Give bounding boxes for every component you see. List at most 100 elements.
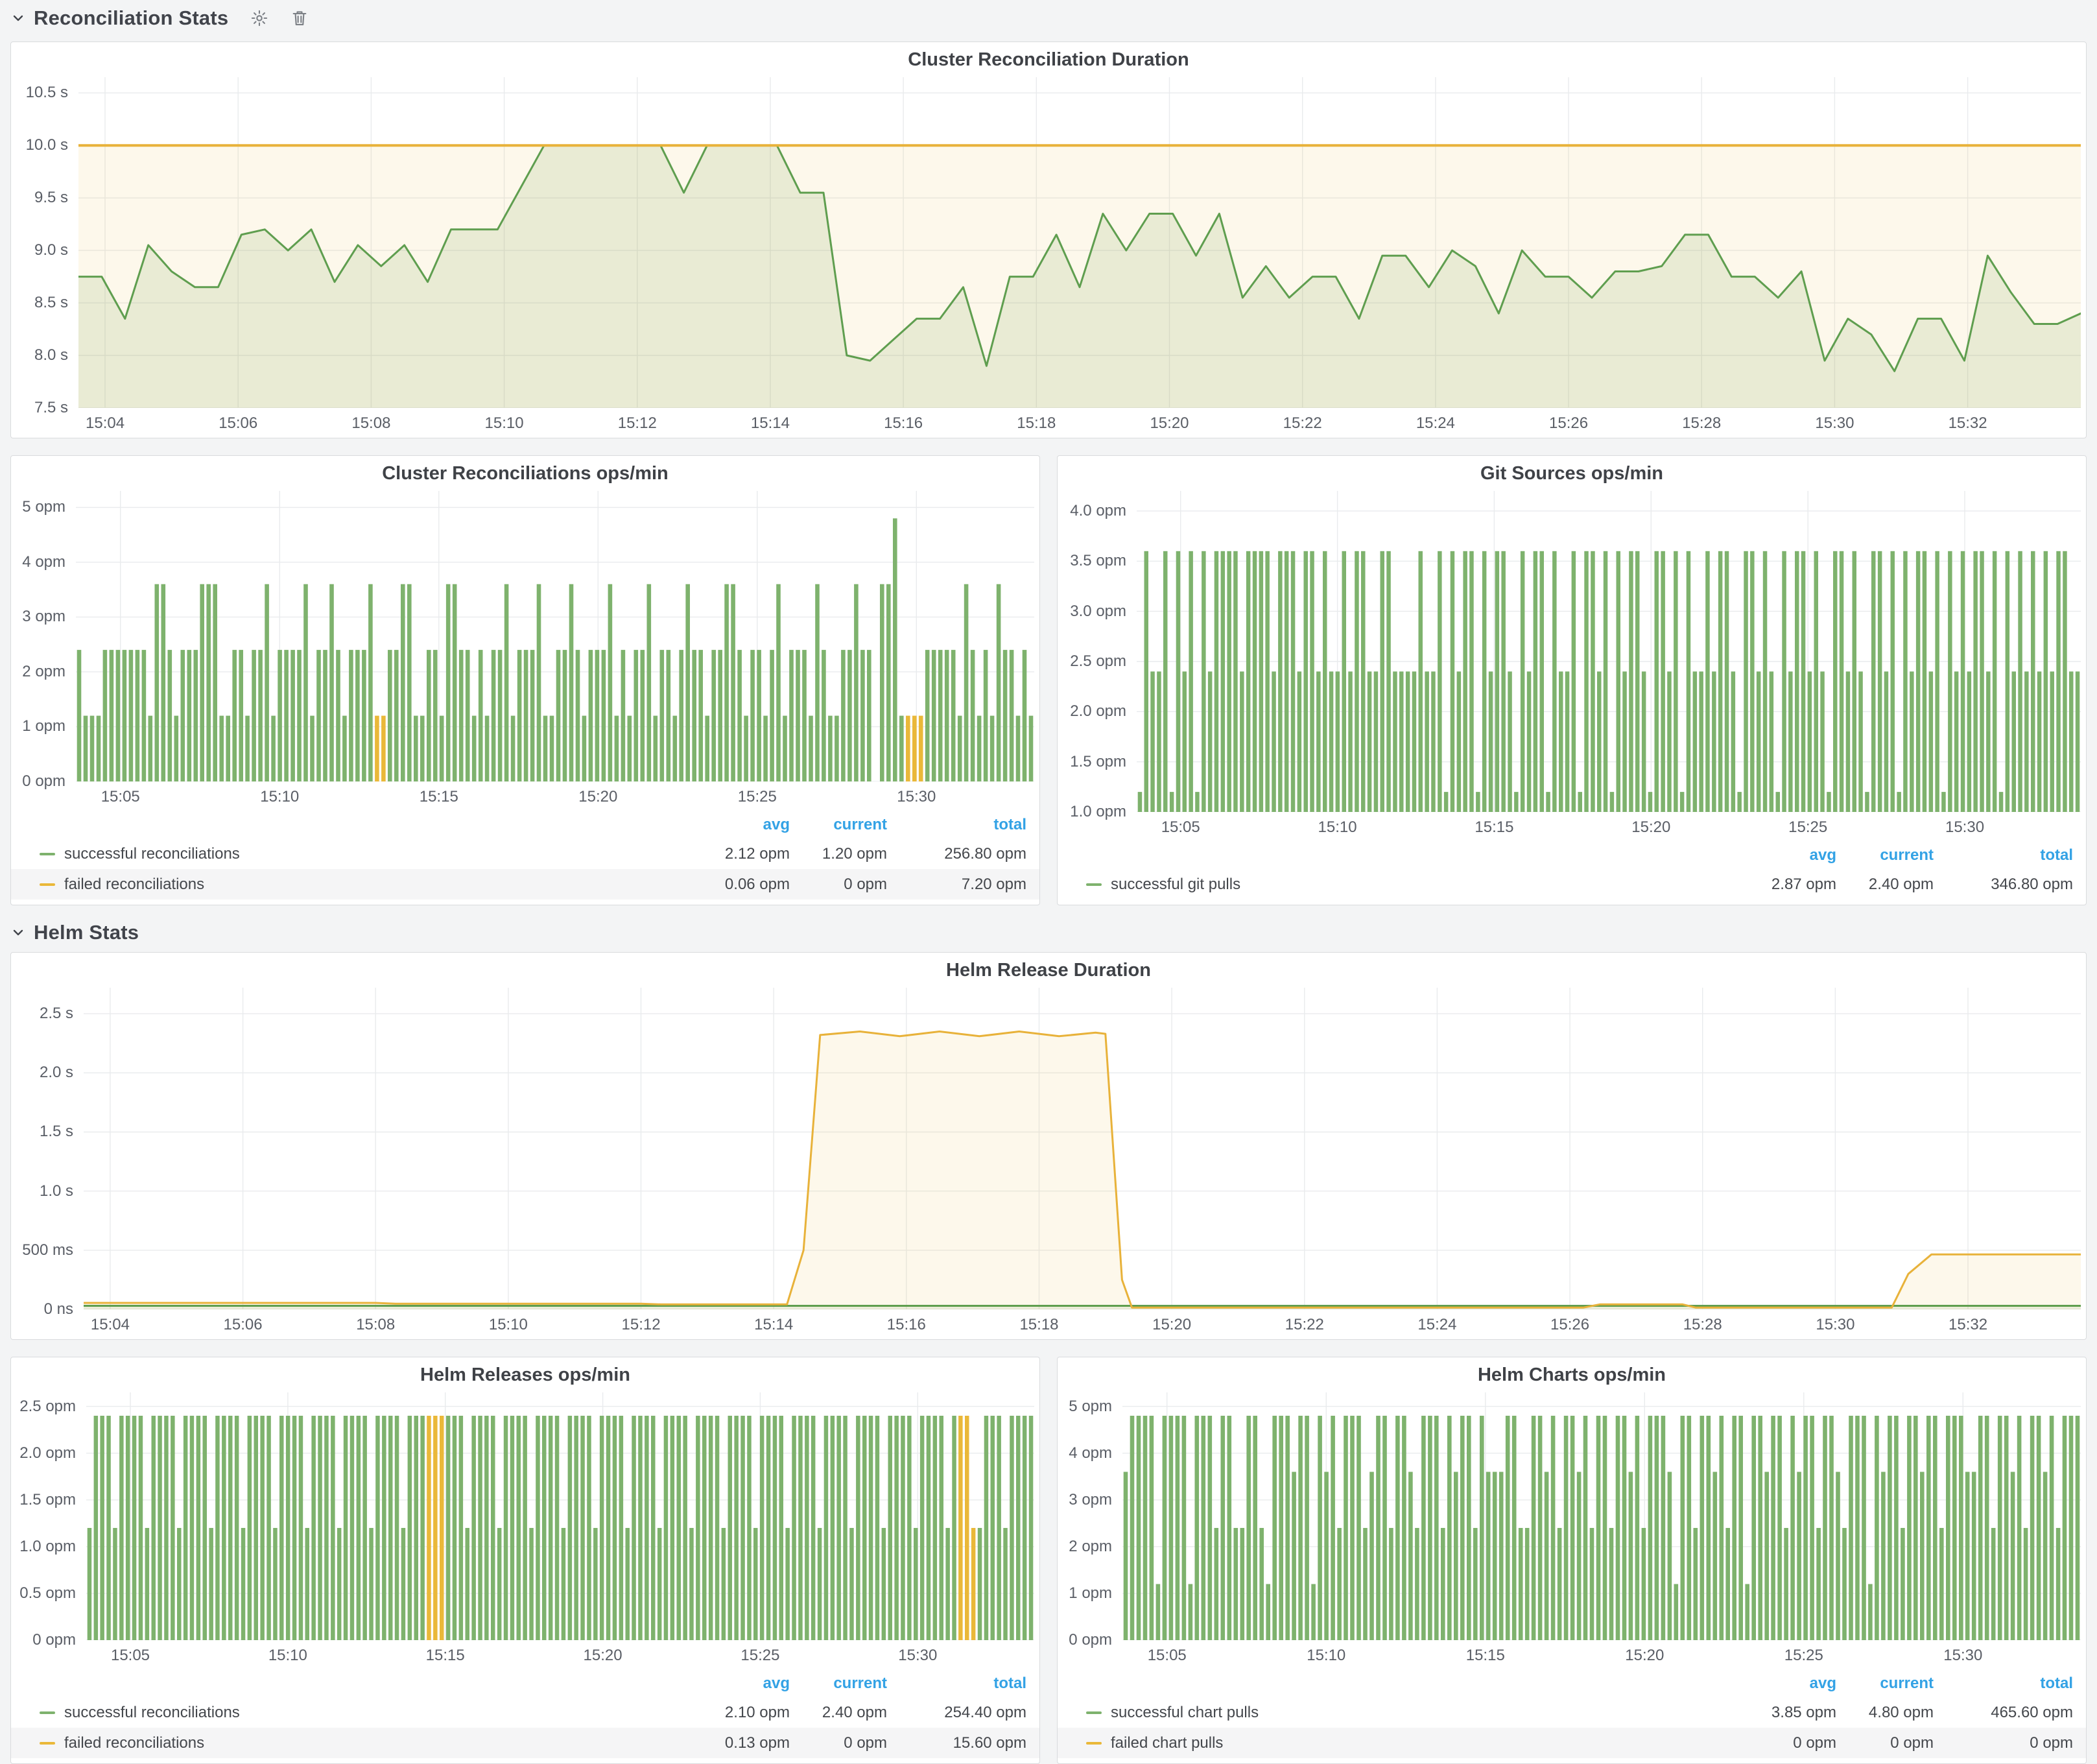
- bar-success: [1833, 551, 1838, 812]
- panel-title[interactable]: Cluster Reconciliations ops/min: [11, 456, 1039, 491]
- bar-success: [1622, 1416, 1627, 1640]
- bar-success: [1324, 1472, 1329, 1641]
- bar-success: [2037, 1416, 2041, 1640]
- section-header-reconciliation-stats[interactable]: Reconciliation Stats: [10, 0, 2087, 36]
- helm-charts-chart[interactable]: 5 opm4 opm3 opm2 opm1 opm0 opm15:0515:10…: [1058, 1392, 2086, 1670]
- bar-success: [1718, 551, 1723, 812]
- bar-success: [1176, 1416, 1180, 1640]
- trash-icon[interactable]: [290, 9, 309, 27]
- legend-col-total[interactable]: total: [887, 1675, 1026, 1693]
- git-sources-chart[interactable]: 4.0 opm3.5 opm3.0 opm2.5 opm2.0 opm1.5 o…: [1058, 491, 2086, 842]
- legend-col-current[interactable]: current: [1836, 846, 1934, 864]
- bar-success: [1784, 1528, 1788, 1640]
- bar-success: [1751, 1416, 1756, 1640]
- bar-success: [1023, 650, 1027, 781]
- series-label[interactable]: successful reconciliations: [64, 1704, 673, 1722]
- bar-success: [1376, 1416, 1380, 1640]
- x-tick-label: 15:16: [858, 414, 949, 433]
- x-tick-label: 15:32: [1923, 414, 2013, 433]
- series-color-dash: [40, 883, 55, 886]
- y-tick-label: 0 opm: [11, 772, 65, 791]
- legend-col-total[interactable]: total: [1934, 846, 2073, 864]
- bar-success: [997, 1416, 1001, 1640]
- bar-success: [1419, 551, 1423, 812]
- x-tick-label: 15:30: [1790, 1316, 1880, 1334]
- panel-title[interactable]: Helm Releases ops/min: [11, 1357, 1039, 1392]
- bar-success: [1952, 1416, 1957, 1640]
- bar-success: [1610, 792, 1615, 812]
- bar-success: [305, 1528, 310, 1640]
- bar-success: [100, 1416, 104, 1640]
- legend-row: successful git pulls 2.87 opm 2.40 opm 3…: [1058, 869, 2086, 900]
- panel-cluster-reconciliations-opm: Cluster Reconciliations ops/min 5 opm4 o…: [10, 455, 1040, 905]
- x-tick-label: 15:15: [394, 788, 484, 806]
- series-label[interactable]: failed reconciliations: [64, 876, 673, 894]
- legend-col-total[interactable]: total: [1934, 1675, 2073, 1693]
- bar-success: [1316, 671, 1321, 812]
- plot-area[interactable]: [84, 988, 2081, 1309]
- bar-success: [1738, 1416, 1743, 1640]
- bar-success: [484, 1416, 489, 1640]
- panel-title[interactable]: Git Sources ops/min: [1058, 456, 2086, 491]
- bar-success: [331, 1416, 335, 1640]
- helm-release-duration-chart[interactable]: 2.5 s2.0 s1.5 s1.0 s500 ms0 ns15:0415:06…: [11, 988, 2086, 1339]
- plot-area[interactable]: [86, 1392, 1034, 1640]
- legend-col-current[interactable]: current: [1836, 1675, 1934, 1693]
- bar-success: [511, 716, 515, 781]
- bar-success: [734, 1416, 739, 1640]
- helm-releases-chart[interactable]: 2.5 opm2.0 opm1.5 opm1.0 opm0.5 opm0 opm…: [11, 1392, 1039, 1670]
- panel-title[interactable]: Helm Charts ops/min: [1058, 1357, 2086, 1392]
- legend-col-current[interactable]: current: [790, 1675, 887, 1693]
- y-tick-label: 1.0 s: [11, 1182, 73, 1200]
- panel-title[interactable]: Cluster Reconciliation Duration: [11, 42, 2086, 77]
- panel-title[interactable]: Helm Release Duration: [11, 953, 2086, 988]
- y-tick-label: 5 opm: [1058, 1398, 1112, 1416]
- section-header-helm-stats[interactable]: Helm Stats: [10, 917, 2087, 948]
- bar-success: [632, 1416, 636, 1640]
- bar-success: [1948, 551, 1952, 812]
- bar-success: [77, 650, 82, 781]
- cluster-reconciliations-chart[interactable]: 5 opm4 opm3 opm2 opm1 opm0 opm15:0515:10…: [11, 491, 1039, 811]
- bar-success: [747, 1416, 752, 1640]
- bar-success: [1163, 1416, 1167, 1640]
- plot-area[interactable]: [1122, 1392, 2081, 1640]
- bar-success: [1467, 1416, 1471, 1640]
- bar-success: [1266, 1584, 1270, 1641]
- bar-success: [1559, 671, 1563, 812]
- bar-success: [1894, 1416, 1899, 1640]
- x-tick-label: 15:08: [326, 414, 416, 433]
- series-label[interactable]: failed reconciliations: [64, 1734, 673, 1752]
- legend-col-avg[interactable]: avg: [673, 816, 790, 834]
- bar-success: [958, 716, 962, 781]
- bar-success: [1814, 551, 1819, 812]
- series-label[interactable]: successful reconciliations: [64, 845, 673, 863]
- legend-col-avg[interactable]: avg: [673, 1675, 790, 1693]
- plot-area[interactable]: [1137, 491, 2081, 812]
- series-label[interactable]: successful git pulls: [1111, 876, 1720, 894]
- bar-success: [893, 518, 897, 781]
- bar-success: [1577, 1472, 1582, 1641]
- legend-col-avg[interactable]: avg: [1720, 1675, 1836, 1693]
- bar-success: [498, 650, 503, 781]
- legend-col-avg[interactable]: avg: [1720, 846, 1836, 864]
- bar-success: [222, 1416, 226, 1640]
- stat-current: 0 opm: [790, 876, 887, 894]
- series-label[interactable]: successful chart pulls: [1111, 1704, 1720, 1722]
- bar-success: [219, 716, 224, 781]
- gear-icon[interactable]: [250, 9, 268, 27]
- bar-success: [1935, 551, 1939, 812]
- y-tick-label: 2.0 opm: [1058, 702, 1126, 721]
- bar-success: [529, 1528, 534, 1640]
- bar-success: [1771, 1416, 1775, 1640]
- x-tick-label: 15:30: [1919, 818, 2010, 837]
- plot-area[interactable]: [76, 491, 1034, 781]
- cluster-reconciliation-duration-chart[interactable]: 10.5 s10.0 s9.5 s9.0 s8.5 s8.0 s7.5 s15:…: [11, 77, 2086, 438]
- legend-col-current[interactable]: current: [790, 816, 887, 834]
- series-label[interactable]: failed chart pulls: [1111, 1734, 1720, 1752]
- bar-success: [407, 584, 412, 781]
- legend-col-total[interactable]: total: [887, 816, 1026, 834]
- bar-success: [658, 1528, 662, 1640]
- bar-success: [190, 1416, 195, 1640]
- bar-success: [536, 1416, 540, 1640]
- plot-area[interactable]: [78, 77, 2081, 408]
